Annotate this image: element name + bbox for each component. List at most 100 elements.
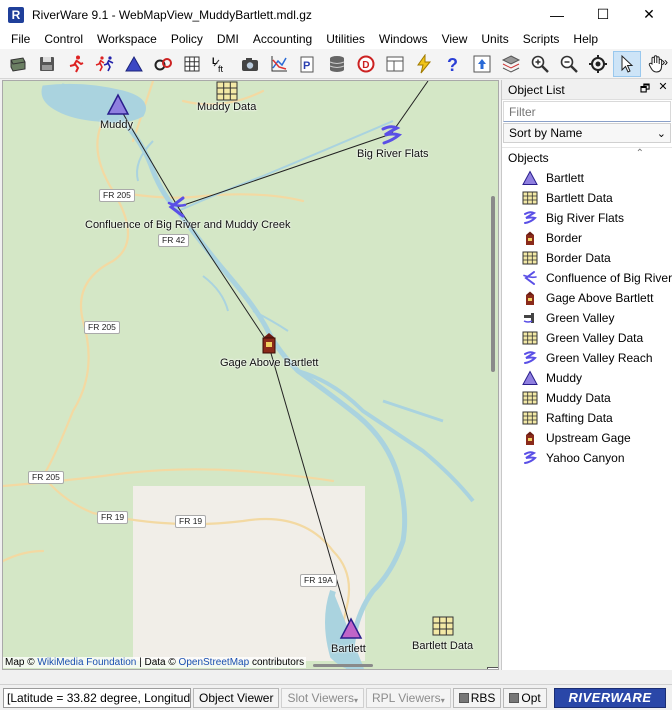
triangle-icon[interactable] xyxy=(120,51,148,77)
list-item[interactable]: Big River Flats xyxy=(502,208,672,228)
filter-input[interactable] xyxy=(503,101,671,122)
object-viewer-button[interactable]: Object Viewer xyxy=(193,687,280,708)
data-icon xyxy=(522,191,538,205)
run-all-icon[interactable] xyxy=(91,51,119,77)
list-item[interactable]: Border xyxy=(502,228,672,248)
list-item[interactable]: Bartlett xyxy=(502,168,672,188)
menu-workspace[interactable]: Workspace xyxy=(90,32,164,46)
data-grid-icon[interactable] xyxy=(178,51,206,77)
menu-accounting[interactable]: Accounting xyxy=(246,32,319,46)
object-label-gage-above-bartlett[interactable]: Gage Above Bartlett xyxy=(220,357,318,369)
run-icon[interactable] xyxy=(62,51,90,77)
menu-dmi[interactable]: DMI xyxy=(210,32,246,46)
road-label: FR 205 xyxy=(84,321,120,334)
list-item-label: Border Data xyxy=(546,251,611,265)
list-item-label: Gage Above Bartlett xyxy=(546,291,654,305)
object-list-panel: Object List 🗗 ✕ Sort by Name ⌄ Objects ⌃… xyxy=(501,80,672,670)
menu-windows[interactable]: Windows xyxy=(372,32,435,46)
object-label-muddy[interactable]: Muddy xyxy=(100,119,133,131)
save-icon[interactable] xyxy=(33,51,61,77)
chevron-up-icon[interactable]: ⌃ xyxy=(636,148,644,159)
list-item[interactable]: Muddy Data xyxy=(502,388,672,408)
rbs-button[interactable]: RBS xyxy=(452,687,502,708)
svg-text:ft: ft xyxy=(218,64,224,74)
menu-scripts[interactable]: Scripts xyxy=(516,32,567,46)
rbs-icon xyxy=(458,692,469,703)
menu-help[interactable]: Help xyxy=(566,32,605,46)
list-item[interactable]: Confluence of Big River xyxy=(502,268,672,288)
zoom-out-icon[interactable] xyxy=(555,51,583,77)
list-item-label: Bartlett xyxy=(546,171,585,185)
list-item-label: Muddy xyxy=(546,371,583,385)
attribution-prefix: Map © xyxy=(5,657,35,668)
list-item[interactable]: Border Data xyxy=(502,248,672,268)
database-icon[interactable] xyxy=(323,51,351,77)
riverware-brand-logo: RIVERWARE xyxy=(554,687,666,708)
gage-icon[interactable] xyxy=(257,331,281,355)
road-label: FR 205 xyxy=(99,189,135,202)
dmi-icon[interactable]: D xyxy=(352,51,380,77)
open-icon[interactable] xyxy=(4,51,32,77)
menu-utilities[interactable]: Utilities xyxy=(319,32,372,46)
list-item[interactable]: Green Valley xyxy=(502,308,672,328)
slot-viewers-button[interactable]: Slot Viewers▾ xyxy=(281,687,364,708)
crosshair-icon[interactable] xyxy=(584,51,612,77)
menu-units[interactable]: Units xyxy=(474,32,515,46)
camera-icon[interactable] xyxy=(236,51,264,77)
openstreetmap-link[interactable]: OpenStreetMap xyxy=(179,657,250,668)
layers-icon[interactable] xyxy=(497,51,525,77)
list-item[interactable]: Upstream Gage xyxy=(502,428,672,448)
list-item[interactable]: Green Valley Reach xyxy=(502,348,672,368)
object-label-bartlett[interactable]: Bartlett xyxy=(331,643,366,655)
close-button[interactable]: ✕ xyxy=(626,0,672,29)
menu-file[interactable]: File xyxy=(4,32,37,46)
units-icon[interactable]: Lft xyxy=(207,51,235,77)
object-label-big-river-flats[interactable]: Big River Flats xyxy=(357,148,429,160)
tree-root-objects[interactable]: Objects ⌃ xyxy=(502,148,672,168)
zoom-in-icon[interactable] xyxy=(526,51,554,77)
lightning-icon[interactable] xyxy=(410,51,438,77)
wikimedia-link[interactable]: WikiMedia Foundation xyxy=(37,657,136,668)
opt-button[interactable]: Opt xyxy=(503,687,547,708)
list-item[interactable]: Gage Above Bartlett xyxy=(502,288,672,308)
reach-icon[interactable] xyxy=(379,123,403,147)
maximize-button[interactable]: ☐ xyxy=(580,0,626,29)
list-item[interactable]: Rafting Data xyxy=(502,408,672,428)
map-horizontal-scrollbar[interactable] xyxy=(313,664,373,667)
object-label-muddy-data[interactable]: Muddy Data xyxy=(197,101,256,113)
minimize-button[interactable]: — xyxy=(534,0,580,29)
workspace-icon[interactable] xyxy=(149,51,177,77)
map-view[interactable]: FR 205 FR 42 FR 205 FR 205 FR 19 FR 19 F… xyxy=(2,80,499,670)
upload-icon[interactable] xyxy=(468,51,496,77)
toolbar-overflow-button[interactable]: » xyxy=(661,55,668,69)
panel-close-icon[interactable]: ✕ xyxy=(654,80,672,99)
list-item[interactable]: Bartlett Data xyxy=(502,188,672,208)
plot-icon[interactable] xyxy=(265,51,293,77)
menu-control[interactable]: Control xyxy=(37,32,90,46)
list-item[interactable]: Muddy xyxy=(502,368,672,388)
confluence-icon[interactable] xyxy=(165,195,189,219)
list-item-label: Yahoo Canyon xyxy=(546,451,625,465)
opt-label: Opt xyxy=(521,690,541,705)
object-label-bartlett-data[interactable]: Bartlett Data xyxy=(412,640,473,652)
menu-policy[interactable]: Policy xyxy=(164,32,210,46)
help-icon[interactable]: ? xyxy=(439,51,467,77)
map-window-icon[interactable] xyxy=(487,667,499,670)
layout-icon[interactable] xyxy=(381,51,409,77)
policy-icon[interactable]: P xyxy=(294,51,322,77)
undock-icon[interactable]: 🗗 xyxy=(636,80,654,99)
reservoir-icon[interactable] xyxy=(106,93,130,117)
list-item[interactable]: Green Valley Data xyxy=(502,328,672,348)
list-item[interactable]: Yahoo Canyon xyxy=(502,448,672,468)
reservoir-icon[interactable] xyxy=(339,617,363,641)
data-icon xyxy=(522,391,538,405)
scroll-thumb[interactable] xyxy=(491,196,495,372)
menu-view[interactable]: View xyxy=(435,32,475,46)
data-object-icon[interactable] xyxy=(215,80,239,103)
rpl-viewers-button[interactable]: RPL Viewers▾ xyxy=(365,687,451,708)
pointer-icon[interactable] xyxy=(613,50,641,77)
data-object-icon[interactable] xyxy=(431,614,455,638)
object-label-confluence[interactable]: Confluence of Big River and Muddy Creek xyxy=(85,219,290,231)
map-vertical-scrollbar[interactable] xyxy=(489,81,497,669)
sort-dropdown[interactable]: Sort by Name ⌄ xyxy=(503,123,671,143)
